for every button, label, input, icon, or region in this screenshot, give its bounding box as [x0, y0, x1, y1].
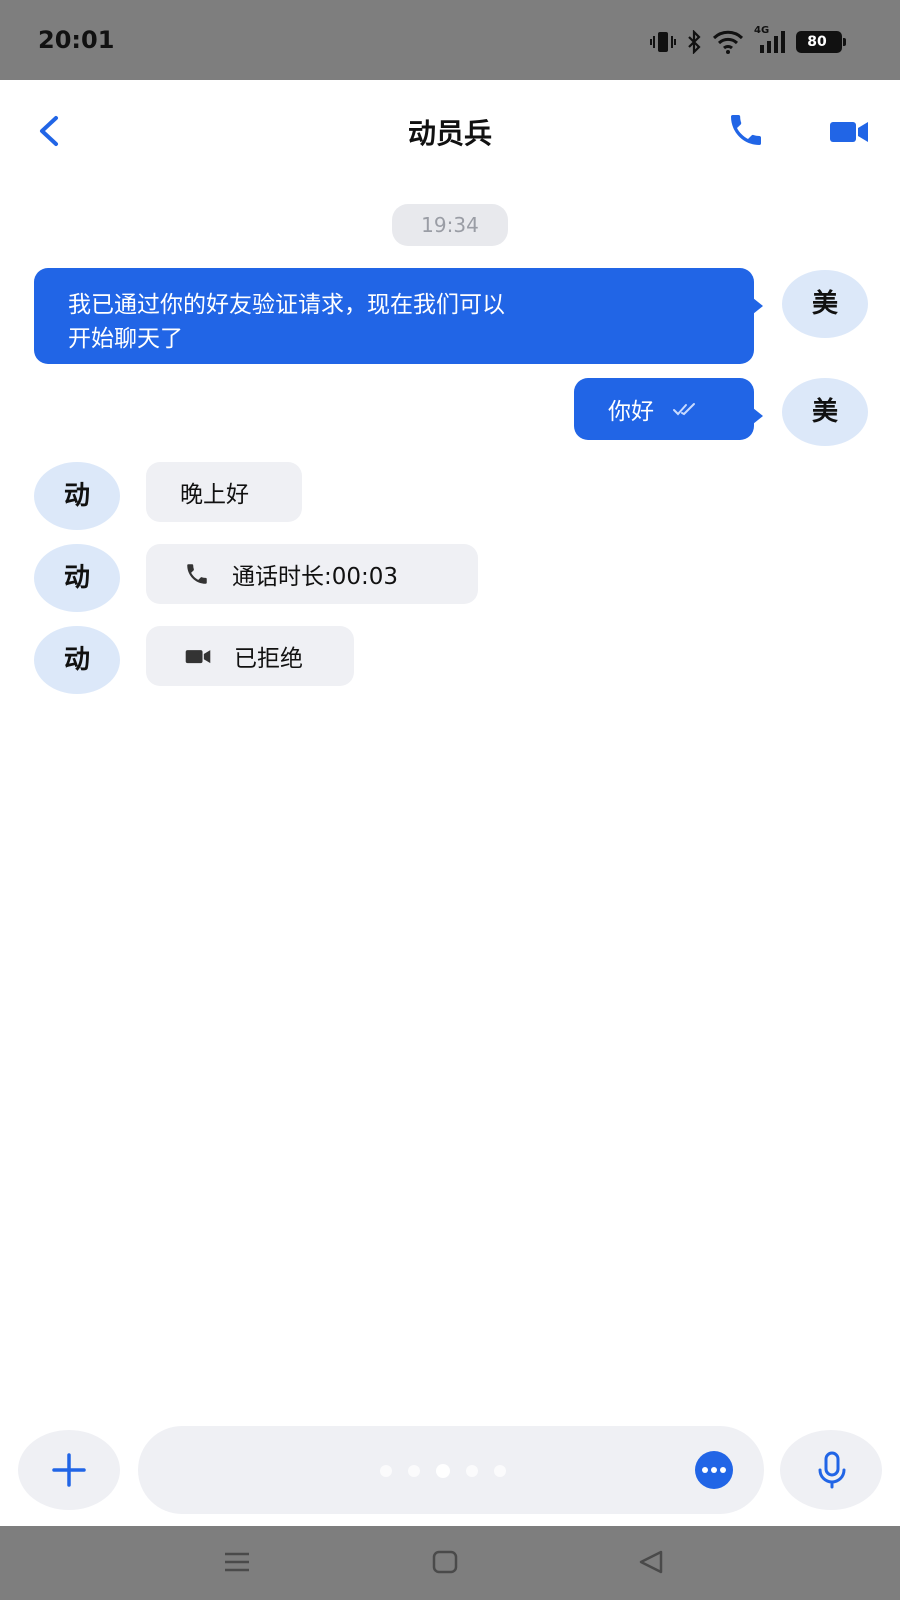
message-text: 通话时长:00:03: [232, 564, 399, 590]
message-timestamp: 19:34: [392, 204, 508, 246]
status-time: 20:01: [38, 26, 115, 54]
wifi-icon: [712, 30, 744, 54]
emoji-button[interactable]: [694, 1450, 734, 1490]
page-dot: [408, 1465, 420, 1477]
outgoing-message-bubble[interactable]: 我已通过你的好友验证请求，现在我们可以 开始聊天了: [34, 268, 763, 364]
video-camera-icon: [185, 650, 211, 664]
battery-level: 80: [807, 34, 827, 50]
message-text: 晚上好: [180, 482, 249, 508]
chat-header: 动员兵: [0, 80, 900, 180]
contact-avatar[interactable]: 动: [34, 462, 120, 530]
message-input[interactable]: [138, 1426, 764, 1514]
microphone-icon: [818, 1451, 846, 1489]
page-dot-active: [436, 1464, 450, 1478]
outgoing-message-bubble[interactable]: 你好: [574, 378, 763, 440]
self-avatar[interactable]: 美: [782, 270, 868, 338]
message-text: 已拒绝: [234, 646, 303, 672]
phone-icon: [187, 564, 207, 584]
vibrate-icon: [650, 30, 676, 54]
contact-avatar[interactable]: 动: [34, 544, 120, 612]
video-camera-icon: [830, 122, 868, 142]
plus-icon: [52, 1453, 86, 1487]
network-type-label: 4G: [754, 25, 770, 36]
self-avatar[interactable]: 美: [782, 378, 868, 446]
voice-input-button[interactable]: [780, 1430, 882, 1510]
page-dot: [380, 1465, 392, 1477]
page-dot: [466, 1465, 478, 1477]
emoji-icon: [695, 1451, 733, 1489]
system-navigation-bar: [0, 1526, 900, 1600]
menu-icon: [225, 1552, 249, 1572]
status-icons: 4G 80: [650, 25, 846, 56]
double-check-icon: [673, 403, 695, 416]
message-text-line: 我已通过你的好友验证请求，现在我们可以: [68, 292, 505, 318]
call-record-bubble[interactable]: 通话时长:00:03: [146, 544, 478, 604]
incoming-message-bubble[interactable]: 晚上好: [146, 462, 302, 522]
back-triangle-icon: [639, 1550, 663, 1574]
voice-call-button[interactable]: [726, 110, 766, 150]
message-text-line: 开始聊天了: [68, 326, 183, 352]
video-call-record-bubble[interactable]: 已拒绝: [146, 626, 354, 686]
contact-avatar[interactable]: 动: [34, 626, 120, 694]
page-dot: [494, 1465, 506, 1477]
message-text: 你好: [608, 399, 654, 425]
cellular-signal-icon: 4G: [754, 25, 786, 55]
system-back-button[interactable]: [636, 1548, 666, 1580]
battery-icon: 80: [796, 31, 846, 53]
bluetooth-icon: [686, 30, 702, 54]
menu-button[interactable]: [222, 1548, 252, 1580]
video-call-button[interactable]: [828, 114, 870, 148]
home-button[interactable]: [430, 1548, 460, 1580]
add-attachment-button[interactable]: [18, 1430, 120, 1510]
home-icon: [432, 1550, 458, 1574]
page-indicator: [380, 1464, 506, 1478]
status-bar: 20:01 4G 80: [0, 0, 900, 80]
phone-icon: [731, 115, 761, 145]
